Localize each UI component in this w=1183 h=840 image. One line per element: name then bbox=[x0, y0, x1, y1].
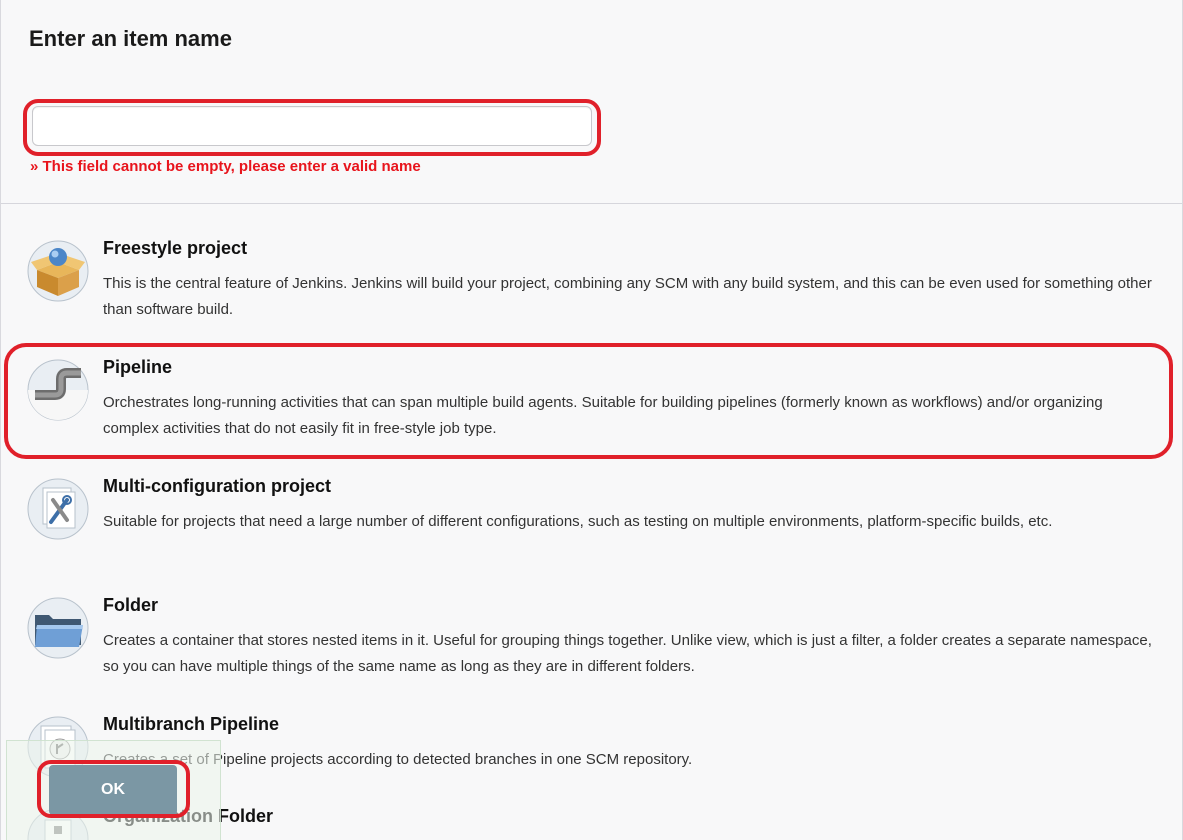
item-type-multi-configuration[interactable]: Multi-configuration project Suitable for… bbox=[27, 476, 1157, 571]
item-title: Multi-configuration project bbox=[103, 476, 331, 496]
item-title: Freestyle project bbox=[103, 238, 248, 258]
validation-error: » This field cannot be empty, please ent… bbox=[30, 158, 421, 175]
ok-button[interactable]: OK bbox=[49, 765, 177, 815]
item-description: Orchestrates long-running activities tha… bbox=[103, 394, 1103, 437]
item-name-input[interactable] bbox=[32, 106, 592, 146]
freestyle-box-icon bbox=[27, 240, 89, 302]
page-title: Enter an item name bbox=[29, 26, 232, 51]
pipe-icon bbox=[27, 359, 89, 421]
item-type-pipeline[interactable]: Pipeline Orchestrates long-running activ… bbox=[27, 357, 1157, 452]
new-item-page: Enter an item name » This field cannot b… bbox=[0, 0, 1183, 840]
item-name-section: Enter an item name » This field cannot b… bbox=[1, 0, 1182, 204]
item-type-folder[interactable]: Folder Creates a container that stores n… bbox=[27, 595, 1157, 690]
item-description: This is the central feature of Jenkins. … bbox=[103, 275, 1152, 318]
item-description: Creates a container that stores nested i… bbox=[103, 632, 1152, 675]
item-type-freestyle[interactable]: Freestyle project This is the central fe… bbox=[27, 238, 1157, 333]
item-title: Multibranch Pipeline bbox=[103, 714, 280, 734]
item-title: Pipeline bbox=[103, 357, 173, 377]
item-description: Creates a set of Pipeline projects accor… bbox=[103, 751, 693, 768]
item-title: Folder bbox=[103, 595, 159, 615]
multi-config-tools-icon bbox=[27, 478, 89, 540]
folder-icon bbox=[27, 597, 89, 659]
item-description: Suitable for projects that need a large … bbox=[103, 513, 1053, 530]
